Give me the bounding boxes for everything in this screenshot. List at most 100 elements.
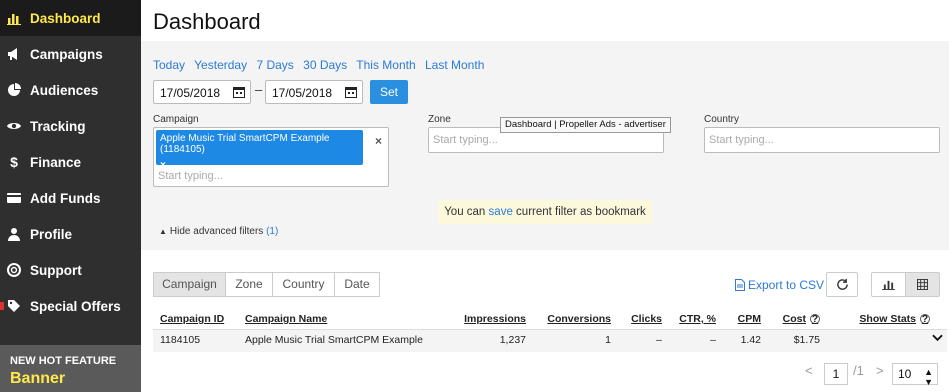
col-ctr[interactable]: CTR, % [679,313,716,325]
tab-date[interactable]: Date [334,272,380,297]
group-by-tabs: Campaign Zone Country Date [153,272,380,297]
sidebar-item-profile[interactable]: Profile [0,216,141,252]
save-bookmark-link[interactable]: save [489,206,513,218]
clear-campaign-button[interactable]: × [375,134,382,148]
browser-tooltip: Dashboard | Propeller Ads - advertiser [500,117,671,133]
caret-up-icon: ▲ [159,227,167,236]
campaign-filter-field[interactable]: Apple Music Trial SmartCPM Example (1184… [153,127,389,187]
prev-page-button[interactable]: < [805,363,813,378]
user-icon [7,227,21,241]
sidebar: Dashboard Campaigns Audiences Tracking $… [0,0,141,392]
megaphone-icon [7,47,21,61]
next-page-button[interactable]: > [876,363,884,378]
dollar-icon: $ [10,154,18,170]
sidebar-item-label: Dashboard [30,10,101,26]
sidebar-item-audiences[interactable]: Audiences [0,72,141,108]
set-button[interactable]: Set [370,80,408,104]
table-row: 1184105 Apple Music Trial SmartCPM Examp… [153,330,947,352]
sidebar-item-support[interactable]: Support [0,252,141,288]
calendar-icon[interactable] [233,86,245,98]
col-campaign-id[interactable]: Campaign ID [160,313,224,325]
sidebar-item-finance[interactable]: $ Finance [0,144,141,180]
tag-icon [7,299,21,313]
tab-country[interactable]: Country [272,272,335,297]
cell-ctr: – [710,334,716,346]
col-cpm[interactable]: CPM [738,313,761,325]
select-arrows-icon: ▲ ▼ [924,367,933,387]
country-filter-label: Country [704,114,740,125]
tab-campaign[interactable]: Campaign [153,272,226,297]
country-search-input[interactable]: Start typing... [709,134,774,146]
eye-icon [7,119,21,133]
page-total: /1 [853,363,864,378]
country-filter-field[interactable]: Start typing... [704,127,940,153]
zone-filter-label: Zone [428,114,451,125]
help-icon[interactable]: ? [810,314,820,324]
sidebar-item-label: Tracking [30,118,86,134]
quick-date-today[interactable]: Today [153,58,185,72]
bookmark-text-post: current filter as bookmark [516,206,646,218]
sidebar-item-label: Support [30,262,82,278]
sidebar-item-label: Special Offers [30,298,121,314]
sidebar-item-label: Add Funds [30,190,101,206]
zone-search-input[interactable]: Start typing... [433,134,498,146]
export-csv-label: Export to CSV [748,278,825,292]
toggle-advanced-filters[interactable]: ▲ Hide advanced filters (1) [159,226,278,237]
lifebuoy-icon [7,263,21,277]
calendar-icon[interactable] [345,86,357,98]
export-csv-link[interactable]: Export to CSV [735,278,824,292]
campaign-search-input[interactable]: Start typing... [158,170,223,182]
date-from-input[interactable]: 17/05/2018 [153,80,251,104]
col-clicks[interactable]: Clicks [631,313,662,325]
chart-view-button[interactable] [871,272,906,297]
sidebar-item-label: Finance [30,154,82,170]
cell-cost: $1.75 [793,334,820,346]
feature-promo[interactable]: NEW HOT FEATURE Banner [0,345,141,392]
table-view-icon [917,279,928,290]
filters-panel: Today Yesterday 7 Days 30 Days This Mont… [141,41,949,250]
bar-chart-icon [7,11,21,25]
feature-title: NEW HOT FEATURE [10,355,117,367]
sidebar-item-dashboard[interactable]: Dashboard [0,0,141,36]
expand-row-button[interactable] [932,333,943,345]
cell-cpm: 1.42 [740,334,761,346]
col-conversions[interactable]: Conversions [547,313,611,325]
tab-zone[interactable]: Zone [225,272,273,297]
col-show-stats: Show Stats? [859,313,930,325]
sidebar-item-special-offers[interactable]: Special Offers [0,288,141,324]
chart-view-icon [882,280,895,290]
feature-subtitle: Banner [10,370,66,387]
advanced-filters-count: (1) [266,226,279,237]
quick-date-7-days[interactable]: 7 Days [256,58,293,72]
page-number-input[interactable]: 1 [824,363,848,385]
date-to-input[interactable]: 17/05/2018 [265,80,363,104]
col-campaign-name[interactable]: Campaign Name [245,313,327,325]
quick-date-30-days[interactable]: 30 Days [303,58,347,72]
bookmark-text-pre: You can [444,206,486,218]
sidebar-item-tracking[interactable]: Tracking [0,108,141,144]
help-icon[interactable]: ? [920,314,930,324]
sidebar-item-label: Audiences [30,82,99,98]
per-page-select[interactable]: 10 ▲ ▼ [892,363,938,387]
file-icon [735,279,745,291]
campaign-chip-label: Apple Music Trial SmartCPM Example (1184… [160,133,330,155]
sidebar-item-add-funds[interactable]: Add Funds [0,180,141,216]
cell-campaign-name: Apple Music Trial SmartCPM Example [245,334,423,346]
col-impressions[interactable]: Impressions [464,313,526,325]
col-cost[interactable]: Cost? [783,313,820,325]
quick-date-this-month[interactable]: This Month [356,58,415,72]
quick-date-last-month[interactable]: Last Month [425,58,484,72]
quick-date-links: Today Yesterday 7 Days 30 Days This Mont… [153,58,490,72]
date-to-value: 17/05/2018 [272,86,333,100]
col-show-stats-label: Show Stats [859,313,916,325]
sidebar-item-campaigns[interactable]: Campaigns [0,36,141,72]
date-separator: – [255,82,263,97]
cell-campaign-id: 1184105 [160,334,201,346]
cell-conversions: 1 [605,334,611,346]
quick-date-yesterday[interactable]: Yesterday [194,58,247,72]
stats-table: Campaign ID Campaign Name Impressions Co… [153,310,947,352]
table-header: Campaign ID Campaign Name Impressions Co… [153,310,947,330]
refresh-button[interactable] [826,272,858,297]
notification-marker [0,302,4,310]
table-view-button[interactable] [905,272,940,297]
